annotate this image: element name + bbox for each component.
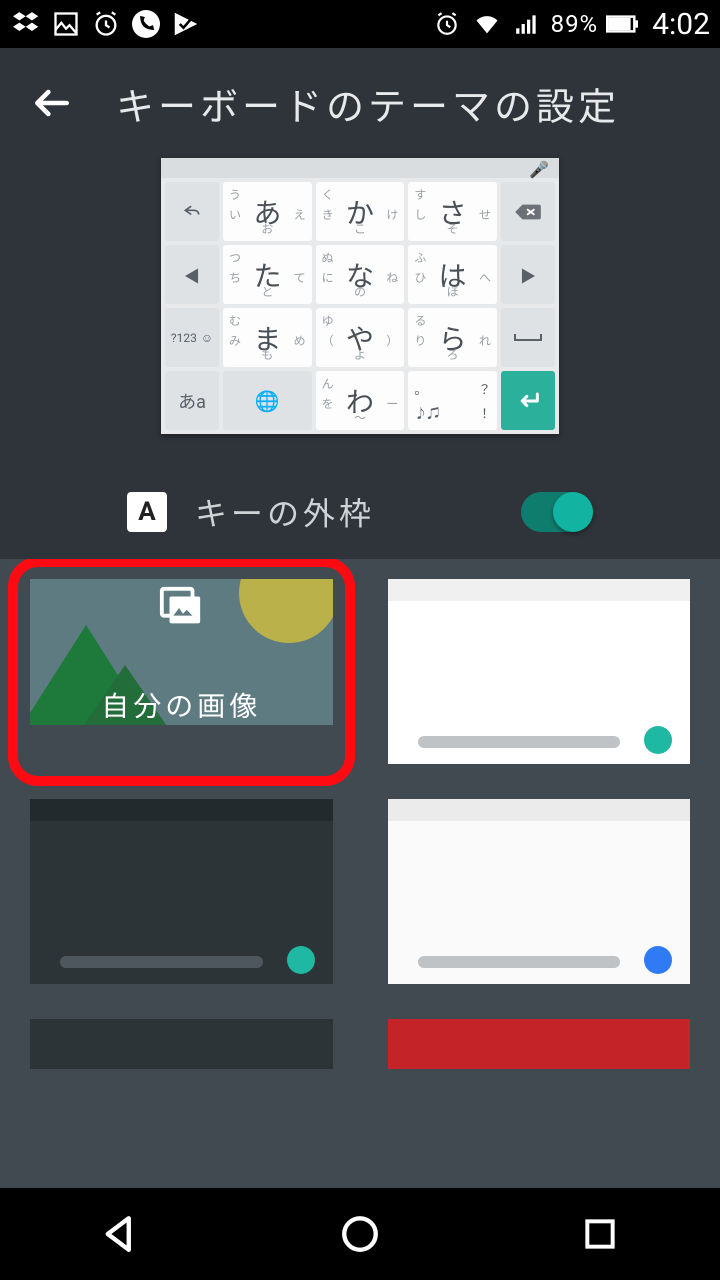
kb-key-backspace	[501, 182, 555, 241]
battery-icon	[606, 8, 638, 40]
alarm-icon	[90, 8, 122, 40]
kb-key-na: ぬになねの	[316, 245, 405, 304]
key-border-label: キーの外枠	[195, 489, 375, 535]
kb-key-left: ◀	[165, 245, 219, 304]
theme-white-teal[interactable]	[388, 579, 691, 764]
keyboard-preview: 🎤 ういあえお くきかけこ すしさせそ ◀ つちたてと ぬになねの ふひはへほ …	[161, 158, 559, 434]
nav-home-button[interactable]	[330, 1204, 390, 1264]
kb-key-ra: るりられろ	[408, 308, 497, 367]
kb-key-symbols: ?123☺	[165, 308, 219, 367]
image-stack-icon	[158, 585, 204, 631]
battery-percent: 89%	[551, 10, 599, 38]
key-border-icon: A	[127, 492, 167, 532]
dropbox-icon	[10, 8, 42, 40]
theme-red[interactable]	[388, 1019, 691, 1069]
theme-dark-2[interactable]	[30, 1019, 333, 1069]
signal-icon	[511, 8, 543, 40]
page-title: キーボードのテーマの設定	[116, 76, 620, 131]
check-icon	[499, 624, 579, 704]
kb-key-space	[501, 308, 555, 367]
system-nav-bar	[0, 1188, 720, 1280]
key-border-toggle-row: A キーの外枠	[0, 464, 720, 559]
kb-key-right: ▶	[501, 245, 555, 304]
theme-grid: 自分の画像	[0, 559, 720, 1188]
kb-key-enter	[501, 371, 555, 430]
key-border-switch[interactable]	[521, 492, 593, 532]
kb-key-ha: ふひはへほ	[408, 245, 497, 304]
clock: 4:02	[652, 7, 710, 42]
alarm-status-icon	[431, 8, 463, 40]
theme-own-image[interactable]: 自分の画像	[30, 579, 333, 725]
kb-key-undo	[165, 182, 219, 241]
kb-key-ma: むみまめも	[223, 308, 312, 367]
theme-light-blue[interactable]	[388, 799, 691, 984]
mic-icon: 🎤	[529, 160, 549, 179]
wifi-icon	[471, 8, 503, 40]
status-bar: 89% 4:02	[0, 0, 720, 48]
nav-back-button[interactable]	[90, 1204, 150, 1264]
image-icon	[50, 8, 82, 40]
kb-key-ya: ゆ（や）よ	[316, 308, 405, 367]
theme-own-image-label: 自分の画像	[101, 685, 261, 725]
phone-icon	[130, 8, 162, 40]
kb-key-sa: すしさせそ	[408, 182, 497, 241]
kb-key-ka: くきかけこ	[316, 182, 405, 241]
kb-key-a: ういあえお	[223, 182, 312, 241]
nav-recent-button[interactable]	[570, 1204, 630, 1264]
kb-key-globe: 🌐	[223, 371, 312, 430]
play-check-icon	[170, 8, 202, 40]
kb-key-mode: あa	[165, 371, 219, 430]
kb-key-punct: 。？♪♫！	[408, 371, 497, 430]
kb-key-wa: んをわー〜	[316, 371, 405, 430]
theme-dark-teal[interactable]	[30, 799, 333, 984]
back-button[interactable]	[24, 75, 80, 131]
kb-key-ta: つちたてと	[223, 245, 312, 304]
app-bar: キーボードのテーマの設定	[0, 48, 720, 158]
